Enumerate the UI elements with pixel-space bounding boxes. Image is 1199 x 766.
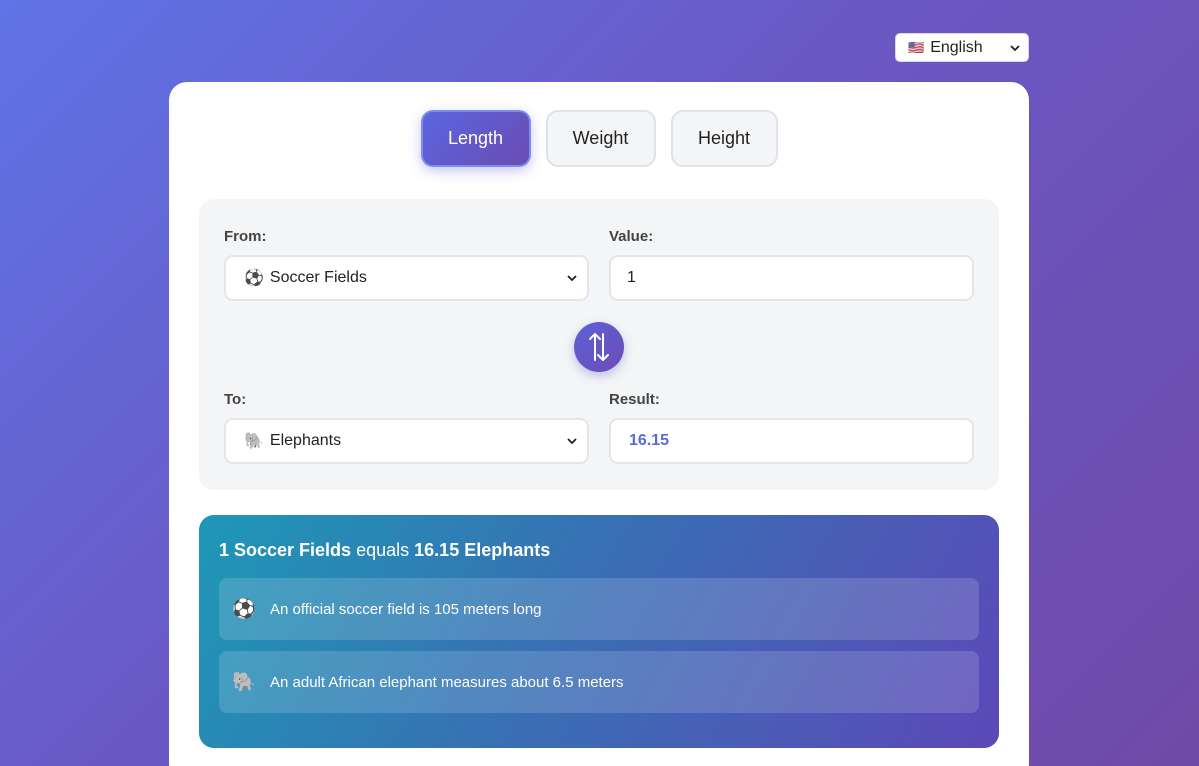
summary-to: 16.15 Elephants [414, 540, 551, 560]
result-label: Result: [609, 391, 660, 408]
soccer-ball-icon: ⚽ [244, 270, 264, 287]
chevron-down-icon [567, 275, 577, 282]
chevron-down-icon [1010, 44, 1020, 51]
conversion-info-panel: 1 Soccer Fields equals 16.15 Elephants ⚽… [199, 515, 999, 748]
elephant-icon: 🐘 [244, 433, 264, 450]
fact-text: An official soccer field is 105 meters l… [270, 600, 542, 618]
tab-weight[interactable]: Weight [545, 110, 656, 167]
swap-arrows-icon [589, 333, 609, 361]
tab-length[interactable]: Length [420, 110, 531, 167]
elephant-icon: 🐘 [232, 672, 256, 693]
conversion-summary: 1 Soccer Fields equals 16.15 Elephants [219, 540, 550, 561]
swap-units-button[interactable] [574, 322, 624, 372]
fact-item: ⚽ An official soccer field is 105 meters… [219, 578, 979, 640]
us-flag-icon: 🇺🇸 [908, 39, 925, 55]
converter-card: Length Weight Height From: ⚽ Soccer Fiel… [169, 82, 1029, 766]
value-label: Value: [609, 228, 654, 245]
language-select-value: English [930, 38, 983, 56]
from-unit-select[interactable]: ⚽ Soccer Fields [224, 255, 589, 301]
to-label: To: [224, 391, 247, 408]
from-label: From: [224, 228, 267, 245]
result-value: 16.15 [629, 432, 670, 449]
category-tabs: Length Weight Height [169, 110, 1029, 167]
fact-text: An adult African elephant measures about… [270, 673, 624, 691]
language-select[interactable]: 🇺🇸 English [895, 33, 1029, 62]
to-unit-value: Elephants [269, 432, 342, 449]
value-input-text: 1 [627, 269, 636, 286]
from-unit-value: Soccer Fields [269, 269, 367, 286]
result-field: 16.15 [609, 418, 974, 464]
chevron-down-icon [567, 438, 577, 445]
value-input[interactable]: 1 [609, 255, 974, 301]
summary-connector: equals [356, 540, 410, 560]
soccer-ball-icon: ⚽ [232, 599, 256, 620]
tab-height[interactable]: Height [670, 110, 778, 167]
converter-panel: From: ⚽ Soccer Fields Value: 1 To: 🐘 Ele… [199, 199, 999, 490]
fact-item: 🐘 An adult African elephant measures abo… [219, 651, 979, 713]
summary-from: 1 Soccer Fields [219, 540, 352, 560]
to-unit-select[interactable]: 🐘 Elephants [224, 418, 589, 464]
